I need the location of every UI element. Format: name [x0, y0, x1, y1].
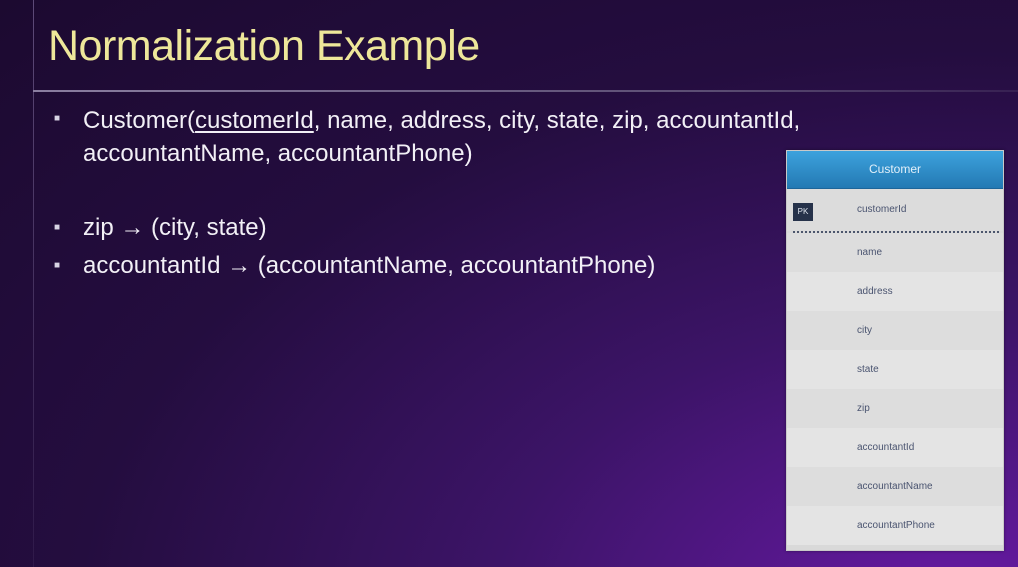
field-row: city [787, 311, 1003, 350]
field-row: zip [787, 389, 1003, 428]
relation-name: Customer( [83, 107, 196, 134]
bullet-marker: ■ [54, 260, 61, 271]
field-row: accountantId [787, 428, 1003, 467]
bullet-marker: ■ [54, 222, 61, 233]
field-list: name address city state zip accountantId accou… [787, 233, 1003, 545]
field-row: accountantPhone [787, 506, 1003, 545]
relation-attributes-line2: accountantName, accountantPhone) [83, 140, 473, 167]
functional-dependency-zip: zip → (city, state) [83, 214, 267, 241]
relation-primary-key: customerId [195, 107, 314, 134]
relation-schema: Customer(customerId, name, address, city… [83, 104, 800, 137]
field-row: address [787, 272, 1003, 311]
field-row: name [787, 233, 1003, 272]
field-row: state [787, 350, 1003, 389]
bullet-marker: ■ [54, 113, 61, 124]
slide-title: Normalization Example [48, 22, 480, 70]
pk-field-name: customerId [857, 204, 907, 215]
pk-badge: PK [793, 203, 813, 221]
functional-dependency-accountant: accountantId → (accountantName, accounta… [83, 252, 656, 279]
field-row: accountantName [787, 467, 1003, 506]
title-divider [33, 90, 1018, 92]
table-header: Customer [787, 151, 1003, 189]
primary-key-row: PK customerId [787, 189, 1003, 231]
left-rule [33, 0, 34, 567]
relation-attributes-line1: , name, address, city, state, zip, accou… [313, 107, 801, 134]
customer-entity-table: Customer PK customerId name address city st… [786, 150, 1004, 551]
